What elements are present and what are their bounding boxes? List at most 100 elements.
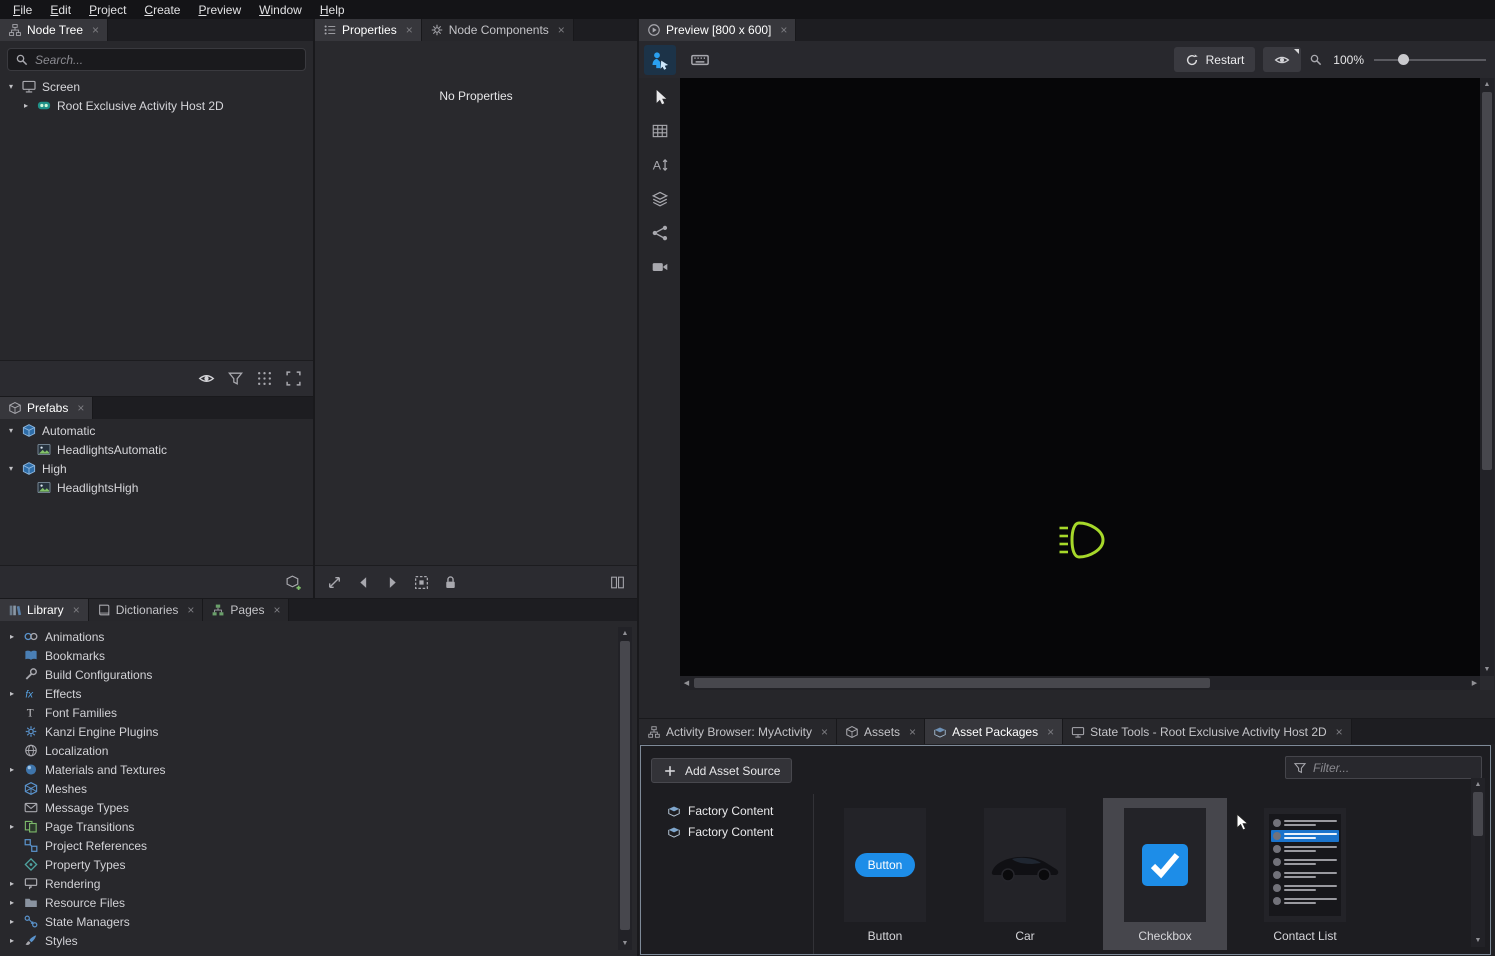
close-icon[interactable]: × [406,23,413,37]
add-asset-source-button[interactable]: Add Asset Source [651,758,792,783]
menu-file[interactable]: File [4,2,41,18]
library-item-kanzi-engine-plugins[interactable]: Kanzi Engine Plugins [0,722,616,741]
camera-icon[interactable] [646,253,674,280]
scroll-down-icon[interactable]: ▼ [1471,934,1485,947]
zoom-level[interactable]: 100% [1331,53,1366,67]
close-icon[interactable]: × [92,23,99,37]
scroll-down-icon[interactable]: ▼ [1480,663,1494,676]
library-item-font-families[interactable]: TFont Families [0,703,616,722]
grid-icon[interactable] [256,370,273,387]
close-icon[interactable]: × [821,725,828,739]
tab-asset-packages[interactable]: Asset Packages× [925,719,1063,744]
frame-icon[interactable] [413,574,430,591]
menu-project[interactable]: Project [80,2,135,18]
menu-edit[interactable]: Edit [41,2,80,18]
library-item-state-managers[interactable]: ▸State Managers [0,912,616,931]
scrollbar-thumb[interactable] [1482,92,1492,470]
tree-item-automatic[interactable]: ▾Automatic [0,421,313,440]
expand-arrow-icon[interactable]: ▸ [7,936,17,945]
library-item-meshes[interactable]: Meshes [0,779,616,798]
preview-vertical-scrollbar[interactable]: ▲ ▼ [1480,78,1494,676]
tree-item-root-exclusive-activity-host-2d[interactable]: ▸Root Exclusive Activity Host 2D [0,96,313,115]
library-item-resource-files[interactable]: ▸Resource Files [0,893,616,912]
tab-preview-800-x-600[interactable]: Preview [800 x 600]× [639,19,796,41]
tab-dictionaries[interactable]: Dictionaries× [89,599,204,621]
prev-icon[interactable] [355,574,372,591]
select-icon[interactable] [646,83,674,110]
close-icon[interactable]: × [1336,725,1343,739]
close-icon[interactable]: × [273,603,280,617]
tree-item-screen[interactable]: ▾Screen [0,77,313,96]
tab-library[interactable]: Library× [0,599,89,621]
tree-item-headlightshigh[interactable]: HeadlightsHigh [0,478,313,497]
tree-item-high[interactable]: ▾High [0,459,313,478]
interact-mode-button[interactable] [644,45,676,75]
library-item-localization[interactable]: Localization [0,741,616,760]
assets-scrollbar[interactable]: ▲ ▼ [1471,778,1485,947]
tab-node-components[interactable]: Node Components× [422,19,574,41]
eye-icon[interactable] [198,370,215,387]
expand-arrow-icon[interactable]: ▸ [7,689,17,698]
menu-window[interactable]: Window [250,2,311,18]
filter-input[interactable]: Filter... [1285,756,1482,779]
collapse-arrow-icon[interactable]: ▾ [6,464,16,473]
close-icon[interactable]: × [558,23,565,37]
library-item-project-references[interactable]: Project References [0,836,616,855]
library-item-animations[interactable]: ▸Animations [0,627,616,646]
asset-card-checkbox[interactable]: Checkbox [1103,798,1227,950]
asset-card-car[interactable]: Car [963,798,1087,950]
library-item-effects[interactable]: ▸fxEffects [0,684,616,703]
tree-item-headlightsautomatic[interactable]: HeadlightsAutomatic [0,440,313,459]
restart-button[interactable]: Restart [1174,47,1256,72]
collapse-arrow-icon[interactable]: ▾ [6,82,16,91]
scroll-up-icon[interactable]: ▲ [618,627,632,640]
swap-icon[interactable] [326,574,343,591]
scrollbar-thumb[interactable] [694,678,1210,688]
menu-preview[interactable]: Preview [189,2,250,18]
scrollbar-thumb[interactable] [620,641,630,930]
library-item-page-transitions[interactable]: ▸Page Transitions [0,817,616,836]
grid-view-icon[interactable] [646,117,674,144]
expand-arrow-icon[interactable]: ▸ [7,879,17,888]
expand-arrow-icon[interactable]: ▸ [7,917,17,926]
preview-canvas[interactable] [680,78,1481,676]
expand-arrow-icon[interactable]: ▸ [21,101,31,110]
lock-icon[interactable] [442,574,459,591]
tab-pages[interactable]: Pages× [203,599,289,621]
library-item-materials-and-textures[interactable]: ▸Materials and Textures [0,760,616,779]
scroll-up-icon[interactable]: ▲ [1471,778,1485,791]
zoom-slider[interactable] [1374,47,1486,72]
library-item-message-types[interactable]: Message Types [0,798,616,817]
filter-icon[interactable] [227,370,244,387]
expand-arrow-icon[interactable]: ▸ [7,898,17,907]
scroll-down-icon[interactable]: ▼ [618,937,632,950]
tab-assets[interactable]: Assets× [837,719,925,744]
expand-arrow-icon[interactable]: ▸ [7,765,17,774]
expand-icon[interactable] [285,370,302,387]
layers-icon[interactable] [646,185,674,212]
scroll-left-icon[interactable]: ◀ [680,676,693,690]
node-tree-search-input[interactable]: Search... [7,48,306,71]
asset-card-contact-list[interactable]: Contact List [1243,798,1367,950]
close-icon[interactable]: × [187,603,194,617]
library-item-styles[interactable]: ▸Styles [0,931,616,950]
library-item-build-configurations[interactable]: Build Configurations [0,665,616,684]
scroll-up-icon[interactable]: ▲ [1480,78,1494,91]
tab-node-tree[interactable]: Node Tree× [0,19,108,41]
next-icon[interactable] [384,574,401,591]
library-item-bookmarks[interactable]: Bookmarks [0,646,616,665]
close-icon[interactable]: × [1047,725,1054,739]
tab-state-tools-root-exclusive-activity-host-2d[interactable]: State Tools - Root Exclusive Activity Ho… [1063,719,1352,744]
tab-properties[interactable]: Properties× [315,19,422,41]
close-icon[interactable]: × [909,725,916,739]
library-scrollbar[interactable]: ▲ ▼ [618,627,632,950]
expand-arrow-icon[interactable]: ▸ [7,822,17,831]
connections-icon[interactable] [646,219,674,246]
columns-icon[interactable] [609,574,626,591]
close-icon[interactable]: × [73,603,80,617]
preview-horizontal-scrollbar[interactable]: ◀ ▶ [680,676,1481,690]
text-tool-icon[interactable]: A [646,151,674,178]
tab-prefabs[interactable]: Prefabs× [0,397,93,419]
close-icon[interactable]: × [77,401,84,415]
close-icon[interactable]: × [780,23,787,37]
